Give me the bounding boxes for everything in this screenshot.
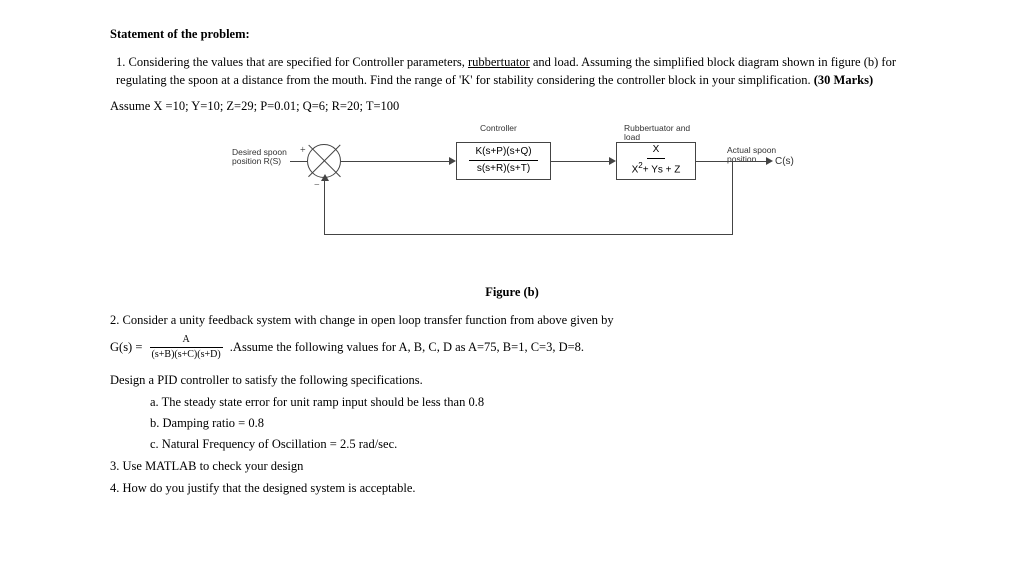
arrowhead-icon bbox=[766, 157, 773, 165]
arrowhead-icon bbox=[449, 157, 456, 165]
wire-feedback-up bbox=[324, 178, 325, 235]
plant-denominator: X2+ Ys + Z bbox=[626, 159, 687, 179]
transfer-function-formula: G(s) = A (s+B)(s+C)(s+D) .Assume the fol… bbox=[110, 333, 914, 363]
gs-lhs: G(s) = bbox=[110, 340, 142, 354]
wire-input bbox=[290, 161, 307, 162]
rubbertuator-word: rubbertuator bbox=[468, 55, 530, 69]
controller-label: Controller bbox=[480, 124, 517, 133]
design-line: Design a PID controller to satisfy the f… bbox=[110, 371, 914, 389]
gs-numerator: A bbox=[150, 333, 223, 349]
marks-label: (30 Marks) bbox=[814, 73, 873, 87]
assume-line: Assume X =10; Y=10; Z=29; P=0.01; Q=6; R… bbox=[110, 97, 914, 115]
block-diagram: Controller Rubbertuator and load Desired… bbox=[232, 124, 792, 279]
gs-tail: .Assume the following values for A, B, C… bbox=[230, 340, 584, 354]
plant-block: X X2+ Ys + Z bbox=[616, 142, 696, 180]
spec-c: c. Natural Frequency of Oscillation = 2.… bbox=[150, 435, 914, 453]
arrowhead-icon bbox=[609, 157, 616, 165]
controller-denominator: s(s+R)(s+T) bbox=[471, 161, 536, 178]
minus-sign: − bbox=[314, 179, 320, 194]
spec-b: b. Damping ratio = 0.8 bbox=[150, 414, 914, 432]
wire-sum-to-b1 bbox=[341, 161, 451, 162]
controller-numerator: K(s+P)(s+Q) bbox=[469, 144, 537, 162]
problem-2-text: 2. Consider a unity feedback system with… bbox=[110, 311, 914, 329]
problem-3-text: 3. Use MATLAB to check your design bbox=[110, 457, 914, 475]
rubbertuator-load-label: Rubbertuator and load bbox=[624, 124, 704, 143]
wire-b1-to-b2 bbox=[551, 161, 611, 162]
plus-sign: + bbox=[300, 144, 306, 159]
desired-spoon-label: Desired spoon position R(S) bbox=[232, 148, 292, 167]
controller-block: K(s+P)(s+Q) s(s+R)(s+T) bbox=[456, 142, 551, 180]
gs-fraction: A (s+B)(s+C)(s+D) bbox=[150, 333, 223, 363]
problem-4-text: 4. How do you justify that the designed … bbox=[110, 479, 914, 497]
statement-heading: Statement of the problem: bbox=[110, 25, 914, 43]
spec-a: a. The steady state error for unit ramp … bbox=[150, 393, 914, 411]
problem-1-text: 1. Considering the values that are speci… bbox=[116, 53, 914, 89]
arrowhead-icon bbox=[321, 174, 329, 181]
wire-feedback-down bbox=[732, 161, 733, 235]
p1-part-a: 1. Considering the values that are speci… bbox=[116, 55, 468, 69]
wire-feedback-horiz bbox=[324, 234, 733, 235]
summing-junction-icon bbox=[307, 144, 341, 178]
cs-label: C(s) bbox=[775, 156, 794, 167]
plant-numerator: X bbox=[647, 142, 666, 160]
figure-caption: Figure (b) bbox=[110, 283, 914, 301]
gs-denominator: (s+B)(s+C)(s+D) bbox=[150, 348, 223, 363]
